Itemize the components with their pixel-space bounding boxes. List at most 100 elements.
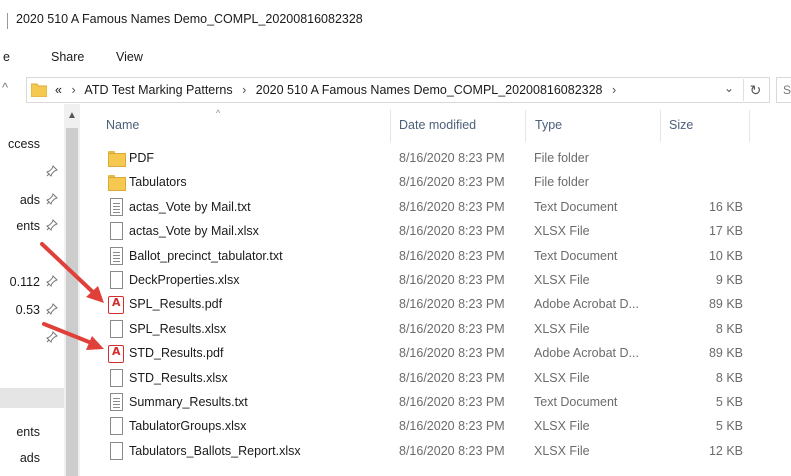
file-size: 10 KB bbox=[708, 248, 743, 263]
file-list: ^ Name Date modified Type Size PDF 8/16/2… bbox=[80, 104, 780, 476]
nav-item[interactable]: 0.53 bbox=[0, 300, 64, 320]
nav-item[interactable]: ccess bbox=[0, 134, 64, 154]
file-row[interactable]: STD_Results.pdf 8/16/2020 8:23 PM Adobe Ac… bbox=[80, 341, 780, 365]
chevron-right-icon: › bbox=[242, 83, 247, 97]
folder-icon bbox=[108, 173, 126, 192]
file-row[interactable]: Ballot_precinct_tabulator.txt 8/16/2020 8… bbox=[80, 244, 780, 268]
file-size: 5 KB bbox=[715, 419, 743, 434]
tab-share[interactable]: Share bbox=[51, 50, 84, 64]
nav-item[interactable] bbox=[0, 388, 64, 408]
nav-item[interactable] bbox=[0, 162, 64, 182]
column-name[interactable]: Name bbox=[106, 118, 139, 132]
breadcrumb-overflow[interactable]: « bbox=[55, 83, 62, 97]
nav-item[interactable]: ents bbox=[0, 422, 64, 442]
file-date-modified: 8/16/2020 8:23 PM bbox=[399, 321, 505, 336]
file-type: Adobe Acrobat D... bbox=[534, 297, 639, 312]
file-name: PDF bbox=[129, 151, 154, 165]
nav-item[interactable] bbox=[0, 360, 64, 380]
chevron-down-icon[interactable]: ⌄ bbox=[724, 81, 734, 95]
file-row[interactable]: Summary_Results.txt 8/16/2020 8:23 PM Text… bbox=[80, 390, 780, 414]
file-row[interactable]: Tabulators_Ballots_Report.xlsx 8/16/2020 … bbox=[80, 439, 780, 463]
file-type: File folder bbox=[534, 151, 589, 165]
file-row[interactable]: SPL_Results.xlsx 8/16/2020 8:23 PM XLSX Fi… bbox=[80, 317, 780, 341]
file-type: Adobe Acrobat D... bbox=[534, 346, 639, 361]
pin-icon[interactable] bbox=[46, 303, 58, 315]
file-type: XLSX File bbox=[534, 224, 590, 239]
file-size: 8 KB bbox=[715, 370, 743, 385]
file-type: XLSX File bbox=[534, 321, 590, 336]
search-input[interactable]: S bbox=[776, 77, 791, 103]
file-row[interactable]: PDF 8/16/2020 8:23 PM File folder bbox=[80, 146, 780, 170]
blank-file-icon bbox=[110, 417, 123, 436]
title-separator bbox=[7, 13, 8, 29]
file-size: 89 KB bbox=[708, 346, 743, 361]
column-date-modified[interactable]: Date modified bbox=[399, 118, 476, 132]
blank-file-icon bbox=[110, 271, 123, 289]
nav-item[interactable] bbox=[0, 328, 64, 348]
file-name: actas_Vote by Mail.txt bbox=[129, 199, 251, 214]
blank-file-icon bbox=[110, 222, 123, 241]
file-date-modified: 8/16/2020 8:23 PM bbox=[399, 419, 505, 434]
pin-icon[interactable] bbox=[46, 165, 58, 177]
file-type: Text Document bbox=[534, 199, 618, 214]
file-size: 89 KB bbox=[708, 297, 743, 312]
refresh-icon[interactable]: ↻ bbox=[743, 79, 767, 101]
file-size: 8 KB bbox=[715, 321, 743, 336]
column-divider[interactable] bbox=[390, 110, 391, 142]
column-type[interactable]: Type bbox=[535, 118, 562, 132]
column-divider[interactable] bbox=[749, 110, 750, 142]
nav-item[interactable]: ads bbox=[0, 448, 64, 468]
file-row[interactable]: actas_Vote by Mail.txt 8/16/2020 8:23 PM T… bbox=[80, 195, 780, 219]
file-name: Tabulators_Ballots_Report.xlsx bbox=[129, 443, 301, 458]
nav-item-label: 0.112 bbox=[9, 275, 40, 289]
file-type: Text Document bbox=[534, 395, 618, 409]
column-divider[interactable] bbox=[660, 110, 661, 142]
nav-item[interactable]: ents bbox=[0, 216, 64, 236]
file-type: XLSX File bbox=[534, 273, 590, 287]
ribbon-tabs: e Share View bbox=[0, 40, 791, 74]
tab-view[interactable]: View bbox=[116, 50, 143, 64]
pin-icon[interactable] bbox=[46, 275, 58, 287]
nav-scrollbar[interactable]: ▲ bbox=[64, 104, 80, 476]
file-size: 5 KB bbox=[715, 395, 743, 409]
text-file-icon bbox=[110, 197, 123, 216]
blank-file-icon bbox=[110, 441, 123, 460]
chevron-right-icon: › bbox=[71, 83, 76, 97]
file-row[interactable]: DeckProperties.xlsx 8/16/2020 8:23 PM XLSX… bbox=[80, 268, 780, 292]
file-name: DeckProperties.xlsx bbox=[129, 273, 240, 287]
file-type: XLSX File bbox=[534, 419, 590, 434]
file-name: Ballot_precinct_tabulator.txt bbox=[129, 248, 283, 263]
tab-file[interactable]: e bbox=[3, 50, 10, 64]
file-name: TabulatorGroups.xlsx bbox=[129, 419, 247, 434]
pdf-icon bbox=[108, 296, 124, 315]
nav-item[interactable]: 0.112 bbox=[0, 272, 64, 292]
file-name: STD_Results.pdf bbox=[129, 346, 224, 361]
scroll-up-icon[interactable]: ▲ bbox=[67, 110, 77, 121]
breadcrumb-item[interactable]: 2020 510 A Famous Names Demo_COMPL_20200… bbox=[256, 83, 603, 97]
file-row[interactable]: STD_Results.xlsx 8/16/2020 8:23 PM XLSX Fi… bbox=[80, 366, 780, 390]
pin-icon[interactable] bbox=[46, 193, 58, 205]
nav-item-label: 0.53 bbox=[15, 303, 40, 317]
file-row[interactable]: Tabulators 8/16/2020 8:23 PM File folder bbox=[80, 170, 780, 194]
file-size: 17 KB bbox=[708, 224, 743, 239]
nav-item[interactable] bbox=[0, 244, 64, 264]
address-bar[interactable]: « › ATD Test Marking Patterns › 2020 510… bbox=[26, 77, 770, 103]
file-row[interactable]: SPL_Results.pdf 8/16/2020 8:23 PM Adobe Ac… bbox=[80, 292, 780, 316]
file-date-modified: 8/16/2020 8:23 PM bbox=[399, 175, 505, 190]
nav-item-label: ads bbox=[19, 193, 40, 207]
pin-icon[interactable] bbox=[46, 331, 58, 343]
column-divider[interactable] bbox=[525, 110, 526, 142]
file-row[interactable]: actas_Vote by Mail.xlsx 8/16/2020 8:23 PM… bbox=[80, 219, 780, 243]
file-size: 16 KB bbox=[708, 199, 743, 214]
chevron-right-icon[interactable]: › bbox=[612, 83, 616, 97]
file-date-modified: 8/16/2020 8:23 PM bbox=[399, 199, 505, 214]
pin-icon[interactable] bbox=[46, 219, 58, 231]
nav-item[interactable]: ads bbox=[0, 190, 64, 210]
scrollbar-thumb[interactable] bbox=[66, 128, 78, 476]
file-date-modified: 8/16/2020 8:23 PM bbox=[399, 248, 505, 263]
file-row[interactable]: TabulatorGroups.xlsx 8/16/2020 8:23 PM XLS… bbox=[80, 414, 780, 438]
column-size[interactable]: Size bbox=[669, 118, 693, 132]
up-arrow-icon[interactable]: ^ bbox=[2, 80, 8, 95]
breadcrumb: « › ATD Test Marking Patterns › 2020 510… bbox=[55, 83, 622, 97]
breadcrumb-item[interactable]: ATD Test Marking Patterns bbox=[84, 83, 232, 97]
